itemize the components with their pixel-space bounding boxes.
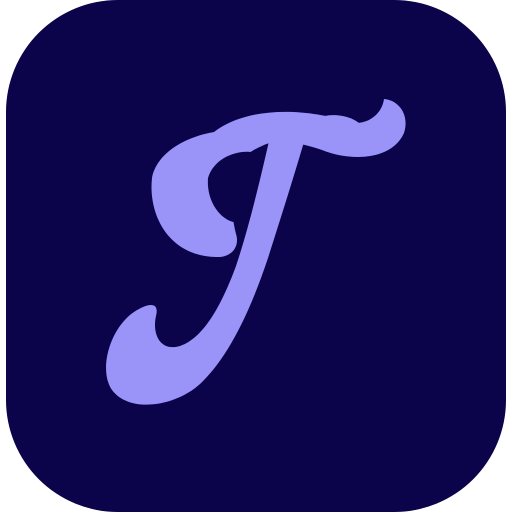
app-icon: [6, 0, 506, 512]
app-icon-canvas: [0, 0, 512, 512]
